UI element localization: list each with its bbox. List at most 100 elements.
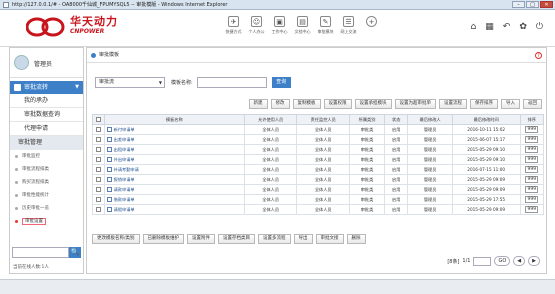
table-row[interactable]: 请假申请单 全体人员 全体人员 审批类 启用 管理员 2015-05-29 09:09 999 [92,204,545,215]
grid-icon[interactable]: ▦ [485,22,494,32]
bottom-button-1[interactable]: 已删除模板维护 [142,234,185,244]
toolbar-button-8[interactable]: 导入 [501,99,520,109]
bottom-button-6[interactable]: 审批文接 [315,234,344,244]
table-row[interactable]: 补请考勤申请 全体人员 全体人员 审批类 启用 管理员 2016-07-15 11:00 99… [92,164,545,175]
table-row[interactable]: 请款申请单 全体人员 全体人员 审批类 启用 管理员 2015-05-29 09:09 999 [92,184,545,195]
template-name-link[interactable]: 外出申请单 [114,157,135,162]
sort-input[interactable]: 999 [525,186,539,193]
back-icon[interactable]: ↶ [503,22,511,32]
close-button[interactable]: ✕ [540,1,553,8]
bottom-button-4[interactable]: 设置多流程 [258,234,291,244]
toolbar-button-1[interactable]: 修改 [270,99,290,109]
topnav-item-6[interactable]: + [360,16,383,35]
row-checkbox[interactable] [95,136,101,142]
sidebar-subitem-0[interactable]: 审批监控 [10,150,83,163]
sidebar-section-approval[interactable]: 审批流转 ▼ [10,81,83,94]
row-checkbox[interactable] [95,146,101,152]
sidebar-subitem-1[interactable]: 审批流程排类 [10,163,83,176]
sidebar-subitem-4[interactable]: 历史审批一览 [10,202,83,215]
table-row[interactable]: 出差申请单 全体人员 全体人员 审批类 启用 管理员 2015-06-07 15:17 999 [92,134,545,145]
sort-input[interactable]: 999 [525,156,539,163]
edit-icon[interactable] [106,167,112,172]
template-name-link[interactable]: 新付申请单 [114,127,135,132]
sidebar-group-approval-mgmt[interactable]: 审批管理 [10,136,83,150]
sidebar-subitem-5[interactable]: 审批设置 [10,215,83,228]
sidebar-item-1[interactable]: 审批数据查询 [10,108,83,122]
row-checkbox[interactable] [95,186,101,192]
sort-input[interactable]: 999 [525,176,539,183]
avatar[interactable] [14,55,29,70]
sidebar-search-input[interactable] [12,247,69,258]
sort-input[interactable]: 999 [525,136,539,143]
toolbar-button-5[interactable]: 设置为超审批单 [394,99,436,109]
template-name-link[interactable]: 请假申请单 [114,207,135,212]
sidebar-item-0[interactable]: 我的承办 [10,94,83,108]
sidebar-subitem-3[interactable]: 审批性能统计 [10,189,83,202]
edit-icon[interactable] [106,207,112,212]
bottom-button-3[interactable]: 设置存档类目 [218,234,256,244]
next-page-button[interactable]: ▶ [528,256,540,266]
topnav-item-0[interactable]: ✈ 快捷方式 [222,16,245,35]
help-icon[interactable]: ? [535,52,542,59]
category-select[interactable]: 审批流 ▼ [95,77,165,88]
power-icon[interactable]: ⏻ [536,22,543,32]
edit-icon[interactable] [106,187,112,192]
edit-icon[interactable] [106,197,112,202]
edit-icon[interactable] [106,137,112,142]
template-name-link[interactable]: 补请考勤申请 [114,167,139,172]
home-icon[interactable]: ⌂ [471,22,477,32]
toolbar-button-2[interactable]: 复制模板 [292,99,321,109]
bottom-button-2[interactable]: 设置附件 [187,234,216,244]
topnav-item-2[interactable]: ▣ 工作中心 [268,16,291,35]
row-checkbox[interactable] [95,156,101,162]
toolbar-button-9[interactable]: 返回 [523,99,542,109]
edit-icon[interactable] [106,127,112,132]
template-name-link[interactable]: 借款申请单 [114,197,135,202]
bottom-button-0[interactable]: 更改模板名称/类别 [92,234,140,244]
sort-input[interactable]: 999 [525,206,539,213]
topnav-item-3[interactable]: ▤ 文档中心 [291,16,314,35]
maximize-button[interactable]: □ [526,1,539,8]
table-row[interactable]: 报销申请单 全体人员 全体人员 审批类 启用 管理员 2015-05-29 09:09 999 [92,174,545,185]
template-name-input[interactable] [196,77,267,88]
table-row[interactable]: 新付申请单 全体人员 全体人员 审批类 启用 管理员 2016-10-11 15:02 999 [92,124,545,135]
settings-icon[interactable]: ✿ [519,22,527,32]
row-checkbox[interactable] [95,166,101,172]
online-count[interactable]: 当前在线人数:1人 [13,264,49,270]
search-icon[interactable]: 🔍 [69,247,81,258]
sort-input[interactable]: 999 [525,126,539,133]
query-button[interactable]: 查询 [271,77,291,88]
sort-input[interactable]: 999 [525,146,539,153]
table-row[interactable]: 出租申请单 全体人员 全体人员 审批类 启用 管理员 2015-05-29 09:10 999 [92,144,545,155]
template-name-link[interactable]: 报销申请单 [114,177,135,182]
row-checkbox[interactable] [95,126,101,132]
sort-input[interactable]: 999 [525,196,539,203]
template-name-link[interactable]: 出差申请单 [114,137,135,142]
minimize-button[interactable]: – [512,1,525,8]
sidebar-item-2[interactable]: 代理申请 [10,122,83,136]
sidebar-subitem-2[interactable]: 购买流程排类 [10,176,83,189]
toolbar-button-0[interactable]: 新建 [248,99,268,109]
template-name-link[interactable]: 请款申请单 [114,187,135,192]
row-checkbox[interactable] [95,176,101,182]
row-checkbox[interactable] [95,206,101,212]
topnav-item-1[interactable]: ☺ 个人办公 [245,16,268,35]
table-row[interactable]: 外出申请单 全体人员 全体人员 审批类 启用 管理员 2015-05-29 09:10 999 [92,154,545,165]
bottom-button-7[interactable]: 删除 [346,234,366,244]
select-all-checkbox[interactable] [95,116,101,122]
toolbar-button-3[interactable]: 设置权限 [323,99,352,109]
sort-input[interactable]: 999 [525,166,539,173]
toolbar-button-7[interactable]: 保存排序 [470,99,498,109]
topnav-item-4[interactable]: ✎ 审批模块 [314,16,337,35]
toolbar-button-4[interactable]: 设置承担模块 [354,99,392,109]
bottom-button-5[interactable]: 导出 [293,234,313,244]
edit-icon[interactable] [106,147,112,152]
toolbar-button-6[interactable]: 设置流程 [439,99,467,109]
table-row[interactable]: 借款申请单 全体人员 全体人员 审批类 启用 管理员 2015-05-29 17:55 999 [92,194,545,205]
edit-icon[interactable] [106,177,112,182]
page-input[interactable] [473,256,492,266]
template-name-link[interactable]: 出租申请单 [114,147,135,152]
row-checkbox[interactable] [95,196,101,202]
topnav-item-5[interactable]: ☰ 网上交流 [337,16,360,35]
edit-icon[interactable] [106,157,112,162]
